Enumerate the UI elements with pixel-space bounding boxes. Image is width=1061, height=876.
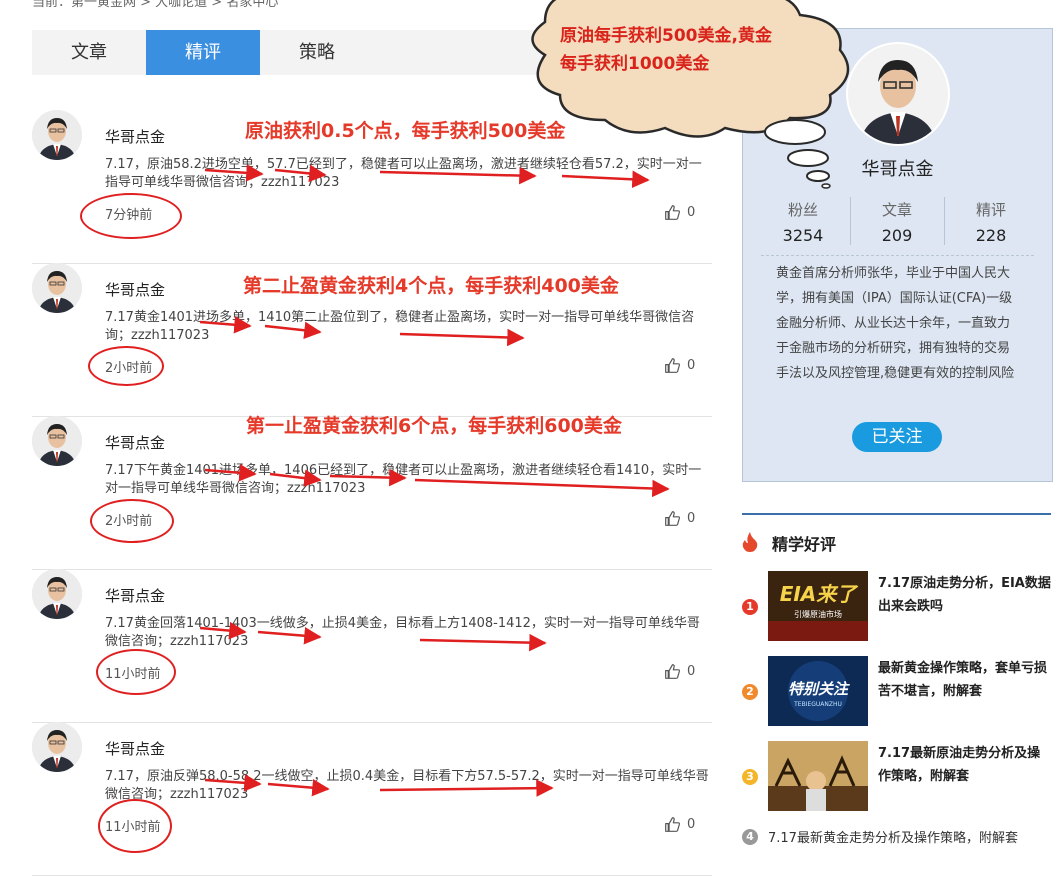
fire-icon (742, 532, 758, 552)
cloud-line: 原油每手获利500美金,黄金 (560, 26, 772, 46)
rank-badge: 2 (742, 684, 758, 700)
post-author[interactable]: 华哥点金 (105, 126, 165, 147)
follow-button[interactable]: 已关注 (852, 422, 942, 452)
tab-articles[interactable]: 文章 (32, 30, 146, 75)
author-avatar[interactable] (32, 569, 82, 619)
best-reviews-section: 精学好评 (742, 513, 1051, 554)
hot-article-title[interactable]: 7.17原油走势分析，EIA数据出来会跌吗 (878, 572, 1053, 618)
author-avatar[interactable] (32, 263, 82, 313)
tab-strategy[interactable]: 策略 (260, 30, 374, 75)
stat-value: 209 (881, 226, 913, 245)
thumb-sub: 引爆原油市场 (794, 609, 842, 619)
like-button[interactable]: 0 (664, 663, 695, 680)
cloud-line: 每手获利1000美金 (560, 54, 710, 74)
profile-name: 华哥点金 (861, 159, 934, 180)
hot-article-title[interactable]: 最新黄金操作策略，套单亏损苦不堪言，附解套 (878, 657, 1053, 703)
thumb-text: 特别关注 (788, 680, 850, 698)
stat-reviews[interactable]: 精评 228 (941, 199, 1041, 245)
author-avatar[interactable] (32, 722, 82, 772)
post-item: 华哥点金 7.17下午黄金1401进场多单，1406已经到了，稳健者可以止盈离场… (32, 416, 712, 570)
post-author[interactable]: 华哥点金 (105, 738, 165, 759)
annotation-circle (88, 346, 164, 386)
stat-value: 3254 (782, 226, 824, 245)
post-item: 华哥点金 7.17黄金回落1401-1403一线做多，止损4美金，目标看上方14… (32, 569, 712, 723)
annotation-text: 第一止盈黄金获利6个点，每手获利600美金 (246, 415, 622, 437)
like-count: 0 (687, 511, 696, 526)
author-avatar[interactable] (32, 110, 82, 160)
article-thumbnail[interactable]: EIA来了引爆原油市场 (768, 571, 868, 641)
like-count: 0 (687, 664, 696, 679)
like-count: 0 (687, 817, 696, 832)
post-content: 7.17黄金1401进场多单，1410第二止盈位到了，稳健者止盈离场，实时一对一… (105, 310, 695, 343)
rank-badge: 4 (742, 829, 758, 845)
post-author[interactable]: 华哥点金 (105, 279, 165, 300)
rank-badge: 1 (742, 599, 758, 615)
post-content: 7.17黄金回落1401-1403一线做多，止损4美金，目标看上方1408-14… (105, 616, 700, 649)
annotation-circle (96, 649, 176, 695)
like-count: 0 (687, 205, 696, 220)
post-content: 7.17，原油反弹58.0-58.2一线做空，止损0.4美金，目标看下方57.5… (105, 769, 709, 802)
stat-label: 粉丝 (787, 201, 818, 219)
like-button[interactable]: 0 (664, 204, 695, 221)
stat-articles[interactable]: 文章 209 (847, 199, 947, 245)
cloud-annotation: 原油每手获利500美金,黄金 每手获利1000美金 (560, 22, 772, 78)
tab-reviews[interactable]: 精评 (146, 30, 260, 75)
rank-badge: 3 (742, 769, 758, 785)
post-author[interactable]: 华哥点金 (105, 585, 165, 606)
annotation-circle (80, 193, 182, 239)
post-content: 7.17下午黄金1401进场多单，1406已经到了，稳健者可以止盈离场，激进者继… (105, 463, 702, 496)
annotation-circle (90, 499, 174, 543)
thumb-sub: TEBIEGUANZHU (793, 701, 842, 708)
annotation-text: 原油获利0.5个点，每手获利500美金 (245, 120, 566, 142)
stat-label: 精评 (975, 201, 1006, 219)
profile-bio: 黄金首席分析师张华，毕业于中国人民大学，拥有美国（IPA）国际认证(CFA)一级… (776, 266, 1015, 381)
stat-fans[interactable]: 粉丝 3254 (753, 199, 853, 245)
thumbs-up-icon (665, 664, 680, 679)
like-button[interactable]: 0 (664, 510, 695, 527)
annotation-text: 第二止盈黄金获利4个点，每手获利400美金 (243, 275, 619, 297)
author-avatar[interactable] (32, 416, 82, 466)
thumbs-up-icon (665, 205, 680, 220)
article-thumbnail[interactable]: 特别关注 TEBIEGUANZHU (768, 656, 868, 726)
stat-value: 228 (975, 226, 1007, 245)
annotation-circle (98, 799, 172, 853)
hot-article-title[interactable]: 7.17最新原油走势分析及操作策略，附解套 (878, 742, 1053, 788)
article-thumbnail[interactable] (768, 741, 868, 811)
like-button[interactable]: 0 (664, 357, 695, 374)
post-content: 7.17，原油58.2进场空单，57.7已经到了，稳健者可以止盈离场，激进者继续… (105, 157, 702, 190)
hot-article-title[interactable]: 7.17最新黄金走势分析及操作策略，附解套 (768, 827, 1018, 846)
breadcrumb: 当前：第一黄金网 > 大咖论道 > 名家中心 (32, 0, 279, 10)
profile-card: 华哥点金 粉丝 3254 文章 209 精评 228 黄金首席分析师张华，毕业于… (742, 28, 1053, 482)
post-author[interactable]: 华哥点金 (105, 432, 165, 453)
thumbs-up-icon (665, 817, 680, 832)
profile-avatar[interactable] (846, 42, 950, 146)
thumb-text: EIA来了 (780, 582, 860, 606)
stat-label: 文章 (881, 201, 912, 219)
like-button[interactable]: 0 (664, 816, 695, 833)
section-title: 精学好评 (772, 535, 837, 554)
thumbs-up-icon (665, 358, 680, 373)
divider (761, 255, 1034, 256)
thumbs-up-icon (665, 511, 680, 526)
like-count: 0 (687, 358, 696, 373)
